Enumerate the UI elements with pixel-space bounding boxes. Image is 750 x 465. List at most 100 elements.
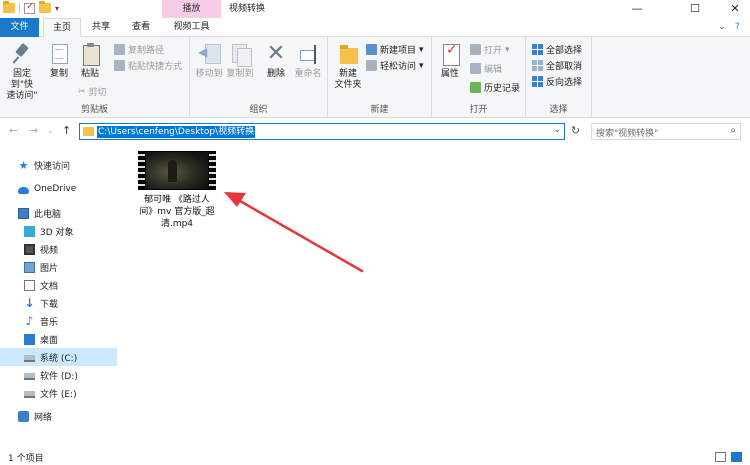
nav-item-network[interactable]: 网络 (0, 407, 117, 425)
nav-item-desktop[interactable]: 桌面 (0, 330, 117, 348)
nav-item-onedrive[interactable]: OneDrive (0, 180, 117, 198)
divider (19, 2, 20, 14)
nav-item-label: 网络 (34, 412, 53, 423)
nav-item-label: 桌面 (40, 335, 59, 346)
details-view-button[interactable] (715, 452, 726, 462)
nav-item-music[interactable]: ♪ 音乐 (0, 312, 117, 330)
properties-qat-button[interactable] (24, 1, 35, 14)
open-label: 打开 (484, 46, 503, 56)
forward-button[interactable]: → (29, 124, 38, 137)
delete-icon: ✕ (266, 41, 286, 66)
tab-home[interactable]: 主页 (43, 18, 81, 38)
music-icon: ♪ (25, 313, 34, 328)
paste-shortcut-icon (114, 60, 125, 71)
select-all-button[interactable]: 全部选择 (532, 43, 582, 56)
pin-label-line2: 速访问" (6, 91, 38, 101)
chevron-down-icon: ▾ (419, 60, 424, 71)
copy-button[interactable]: 复制 (45, 42, 73, 80)
history-button[interactable]: 历史记录 (470, 81, 520, 94)
file-list[interactable]: 郁可唯 《路过人 间》mv 官方版_超 清.mp4 (117, 145, 750, 449)
pin-icon (11, 42, 33, 66)
nav-item-drive-e[interactable]: 文件 (E:) (0, 384, 117, 402)
help-button[interactable]: ? (735, 18, 740, 37)
organize-group-label: 组织 (249, 105, 268, 115)
nav-item-label: 图片 (40, 263, 59, 274)
chevron-down-icon[interactable]: ⌄ (553, 125, 561, 135)
properties-icon (439, 42, 461, 66)
nav-item-drive-c[interactable]: 系统 (C:) (0, 348, 117, 366)
close-button[interactable]: ✕ (712, 0, 750, 18)
rename-label: 重命名 (294, 69, 322, 79)
customize-qat-button[interactable]: ▾ (55, 4, 59, 13)
new-item-icon (366, 44, 377, 55)
large-icons-view-button[interactable] (731, 452, 742, 462)
tab-view[interactable]: 查看 (122, 18, 160, 37)
nav-item-label: 软件 (D:) (40, 371, 78, 382)
arrow-shaft (231, 195, 364, 273)
nav-item-documents[interactable]: 文档 (0, 276, 117, 294)
chevron-down-icon: ▾ (419, 44, 424, 55)
rename-button[interactable]: 重命名 (292, 42, 324, 80)
back-button[interactable]: ← (9, 124, 18, 137)
new-folder-button[interactable]: 新建 文件夹 (332, 42, 364, 91)
ribbon: 固定到"快 速访问" 复制 粘贴 复制路径 粘贴快捷方式 ✂ 剪切 剪贴板 移动… (0, 37, 750, 118)
address-path[interactable]: C:\Users\cenfeng\Desktop\视频转换 (97, 126, 256, 138)
select-all-icon (532, 44, 543, 55)
new-folder-qat-button[interactable] (39, 1, 51, 13)
paste-shortcut-button[interactable]: 粘贴快捷方式 (114, 59, 182, 72)
tab-share[interactable]: 共享 (84, 18, 118, 37)
nav-item-3d-objects[interactable]: 3D 对象 (0, 222, 117, 240)
easy-access-icon (366, 60, 377, 71)
new-group-label: 新建 (370, 105, 389, 115)
move-to-button[interactable]: 移动到 (193, 42, 225, 80)
move-to-icon (198, 42, 221, 66)
drive-icon (24, 373, 35, 380)
nav-item-label: 系统 (C:) (40, 353, 78, 364)
copy-label: 复制 (49, 69, 68, 79)
expand-ribbon-button[interactable]: ⌄ (718, 18, 726, 37)
star-icon: ★ (18, 158, 29, 172)
up-button[interactable]: ↑ (62, 124, 71, 137)
cut-button[interactable]: ✂ 剪切 (78, 85, 107, 99)
refresh-button[interactable]: ↻ (567, 123, 584, 140)
nav-item-this-pc[interactable]: 此电脑 (0, 204, 117, 222)
nav-item-quick-access[interactable]: ★ 快速访问 (0, 156, 117, 174)
document-icon (24, 279, 35, 291)
ribbon-tabs: 文件 主页 共享 查看 视频工具 ⌄ ? (0, 18, 750, 38)
easy-access-button[interactable]: 轻松访问 ▾ (366, 59, 424, 72)
clipboard-group: 固定到"快 速访问" 复制 粘贴 复制路径 粘贴快捷方式 ✂ 剪切 剪贴板 (0, 37, 190, 118)
select-none-icon (532, 60, 543, 71)
invert-selection-icon (532, 76, 543, 87)
select-none-button[interactable]: 全部取消 (532, 59, 582, 72)
quick-access-toolbar: ▾ (3, 1, 59, 14)
nav-item-videos[interactable]: 视频 (0, 240, 117, 258)
edit-label: 编辑 (484, 65, 503, 75)
copy-to-button[interactable]: 复制到 (224, 42, 256, 80)
edit-button[interactable]: 编辑 (470, 62, 502, 75)
recent-locations-button[interactable]: ⌄ (47, 126, 54, 135)
new-item-button[interactable]: 新建项目 ▾ (366, 43, 424, 56)
search-icon[interactable]: ⌕ (730, 125, 736, 136)
open-button[interactable]: 打开 ▾ (470, 43, 510, 56)
search-box[interactable]: 搜索"视频转换" ⌕ (591, 123, 741, 140)
picture-icon (24, 261, 35, 273)
address-bar[interactable]: C:\Users\cenfeng\Desktop\视频转换 ⌄ (79, 123, 565, 140)
new-folder-label-line2: 文件夹 (334, 80, 362, 90)
nav-item-downloads[interactable]: ↓ 下载 (0, 294, 117, 312)
tab-video-tools[interactable]: 视频工具 (162, 18, 221, 38)
minimize-button[interactable]: — (614, 0, 660, 18)
properties-button[interactable]: 属性 (437, 42, 463, 80)
cube-icon (24, 225, 35, 237)
nav-item-label: 文件 (E:) (40, 389, 77, 400)
tab-file[interactable]: 文件 (0, 18, 39, 37)
new-item-label: 新建项目 (380, 46, 417, 56)
delete-button[interactable]: ✕ 删除 (262, 42, 290, 80)
copy-path-button[interactable]: 复制路径 (114, 43, 164, 56)
pin-quick-access-button[interactable]: 固定到"快 速访问" (2, 42, 42, 102)
new-group: 新建 文件夹 新建项目 ▾ 轻松访问 ▾ 新建 (328, 37, 432, 118)
nav-item-drive-d[interactable]: 软件 (D:) (0, 366, 117, 384)
invert-selection-button[interactable]: 反向选择 (532, 75, 582, 88)
invert-selection-label: 反向选择 (546, 78, 583, 88)
paste-button[interactable]: 粘贴 (76, 42, 104, 80)
nav-item-pictures[interactable]: 图片 (0, 258, 117, 276)
